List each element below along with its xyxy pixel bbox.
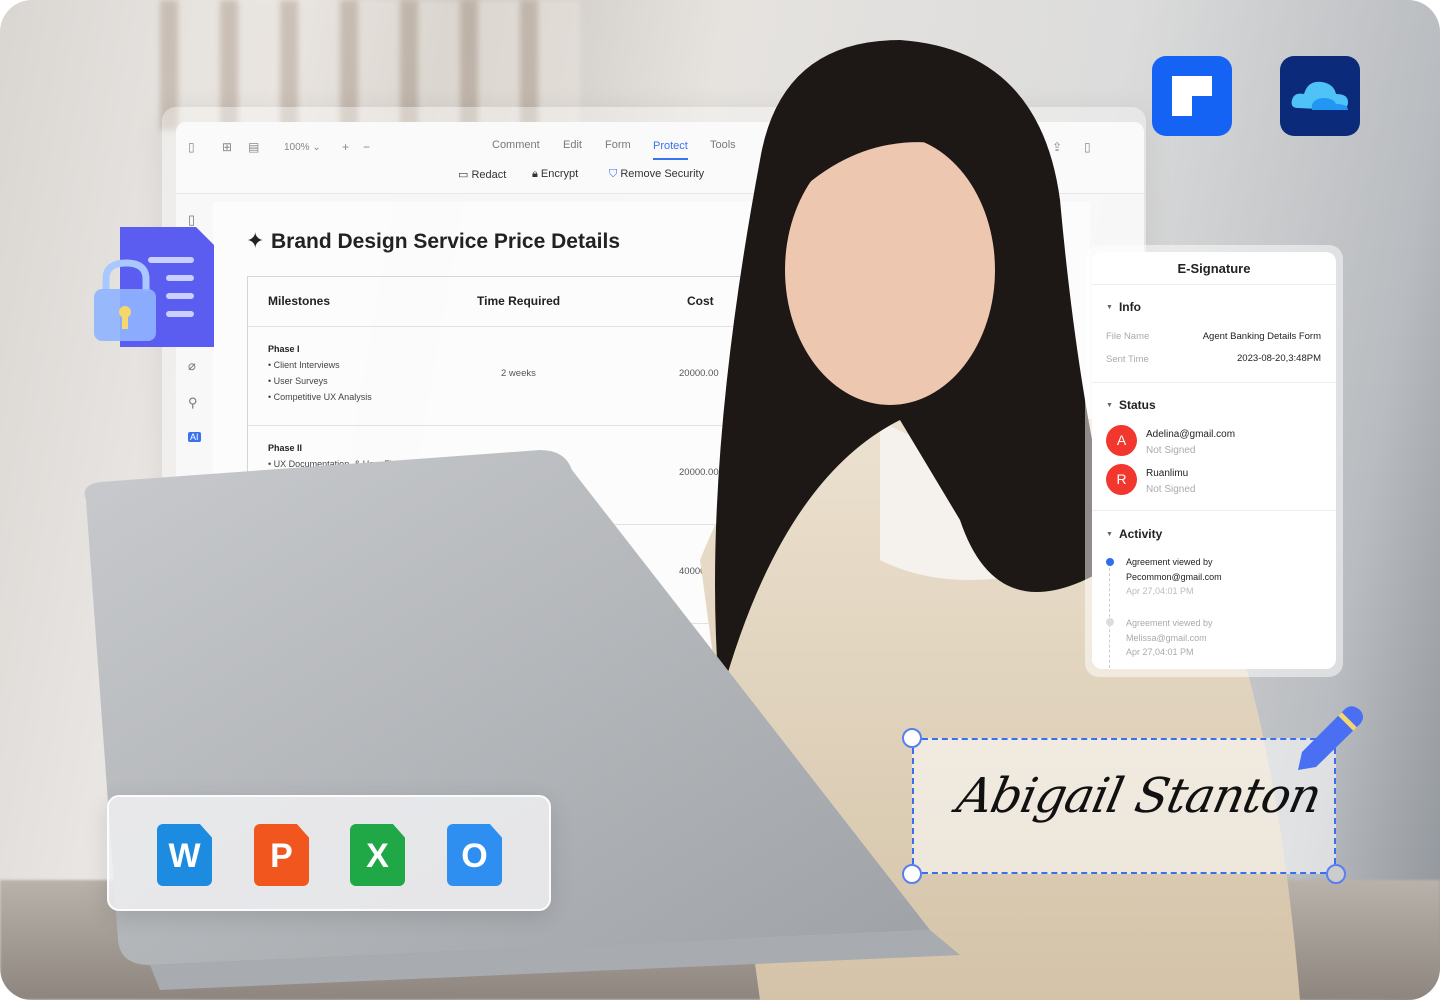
avatar: R (1106, 464, 1137, 495)
file-name-value: Agent Banking Details Form (1202, 331, 1321, 342)
page-icon[interactable]: ▯ (188, 212, 195, 228)
attachment-icon[interactable]: ⌀ (188, 358, 196, 374)
table-row: Phase I • Client Interviews • User Surve… (248, 326, 847, 425)
phase-label: Phase II (268, 443, 303, 453)
excel-icon[interactable]: X (350, 824, 405, 886)
column-header: Cost (687, 294, 714, 308)
timeline-dot (1106, 618, 1114, 626)
file-name-label: File Name (1106, 331, 1150, 342)
milestone-item: • Competitive UX Analysis (268, 392, 372, 402)
outlook-icon[interactable]: O (447, 824, 502, 886)
document-title: Brand Design Service Price Details (271, 230, 620, 253)
cloud-upload-icon[interactable]: ☁ (1028, 140, 1040, 154)
cloud-app-icon (1280, 56, 1360, 136)
column-header: Milestones (268, 294, 331, 308)
protect-tools-row: ▭ Redact 🔒︎ Encrypt ⛉ Remove Security (176, 122, 776, 194)
signer-status: Not Signed (1146, 484, 1196, 495)
shield-icon: ⛉ (609, 168, 618, 180)
locked-document-icon (94, 227, 214, 347)
caret-down-icon: ▼ (1106, 402, 1113, 409)
sent-time-label: Sent Time (1106, 354, 1149, 365)
info-section-toggle[interactable]: ▼ Info (1106, 300, 1141, 314)
esignature-panel: E-Signature ▼ Info File Name Agent Bankin… (1092, 252, 1336, 669)
redact-icon: ▭ (458, 169, 469, 181)
panel-title: E-Signature (1092, 252, 1336, 285)
activity-section-toggle[interactable]: ▼ Activity (1106, 527, 1162, 541)
ai-icon[interactable]: AI (188, 432, 201, 442)
handwritten-signature: Abigail Stanton (952, 768, 1326, 824)
resize-handle[interactable] (902, 864, 922, 884)
sent-time-value: 2023-08-20,3:48PM (1237, 353, 1321, 364)
pdf-editor-window: ▯ ⊞ ▤ 100% ⌄ + − Comment Edit Form Prote… (176, 122, 1144, 682)
signer-status: Not Signed (1146, 445, 1196, 456)
pen-icon (1298, 706, 1363, 770)
signer-email: Adelina@gmail.com (1146, 429, 1236, 440)
hero-stage: ▯ ⊞ ▤ 100% ⌄ + − Comment Edit Form Prote… (0, 0, 1440, 1000)
table-row: 40000.00 (248, 524, 847, 623)
table-row: Phase II • UX Documentation, & User Flow… (248, 425, 847, 524)
cost-cell: 20000.00 (679, 368, 719, 379)
redact-label: Redact (471, 169, 507, 181)
resize-handle[interactable] (1326, 864, 1346, 884)
activity-item: Agreement viewed by Melissa@gmail.com Apr … (1126, 618, 1213, 657)
signature-field[interactable]: Abigail Stanton (902, 728, 1346, 884)
milestone-item: • User Surveys (268, 376, 328, 386)
redact-button[interactable]: ▭ Redact (458, 168, 506, 181)
lock-icon: 🔒︎ (532, 168, 538, 180)
signer-name: Ruanlimu (1146, 468, 1189, 479)
status-section-toggle[interactable]: ▼ Status (1106, 398, 1156, 412)
search-icon[interactable]: ⚲ (188, 395, 198, 411)
remove-security-button[interactable]: ⛉ Remove Security (609, 168, 704, 181)
table-row: 800 (248, 623, 847, 682)
milestone-item: • Client Interviews (268, 360, 340, 370)
caret-down-icon: ▼ (1106, 304, 1113, 311)
cost-cell: 800 (678, 645, 694, 656)
timeline-dot-active (1106, 558, 1114, 566)
phase-label: Phase I (268, 344, 300, 354)
milestone-item: • UX Documentation, & User Flow (268, 459, 404, 469)
encrypt-label: Encrypt (540, 168, 579, 180)
pdfelement-app-icon (1152, 56, 1232, 136)
share-icon[interactable]: ⇪ (1052, 140, 1062, 154)
word-icon[interactable]: W (157, 824, 212, 886)
remove-security-label: Remove Security (620, 168, 705, 180)
price-table: Milestones Time Required Cost Phase I • … (247, 276, 847, 676)
powerpoint-icon[interactable]: P (254, 824, 309, 886)
sparkle-icon: ✦ (246, 228, 265, 253)
panel-toggle-icon[interactable]: ▯ (1084, 140, 1091, 154)
cost-cell: 40000.00 (679, 566, 719, 577)
caret-down-icon: ▼ (1106, 531, 1113, 538)
cost-cell: 20000.00 (679, 467, 719, 478)
activity-item: Agreement viewed by Pecommon@gmail.com Apr… (1126, 557, 1222, 596)
avatar: A (1106, 425, 1137, 456)
time-cell: 2 weeks (501, 368, 536, 379)
encrypt-button[interactable]: 🔒︎ Encrypt (532, 168, 578, 181)
office-apps-panel: W P X O (107, 795, 551, 911)
resize-handle[interactable] (902, 728, 922, 748)
column-header: Time Required (477, 294, 561, 308)
